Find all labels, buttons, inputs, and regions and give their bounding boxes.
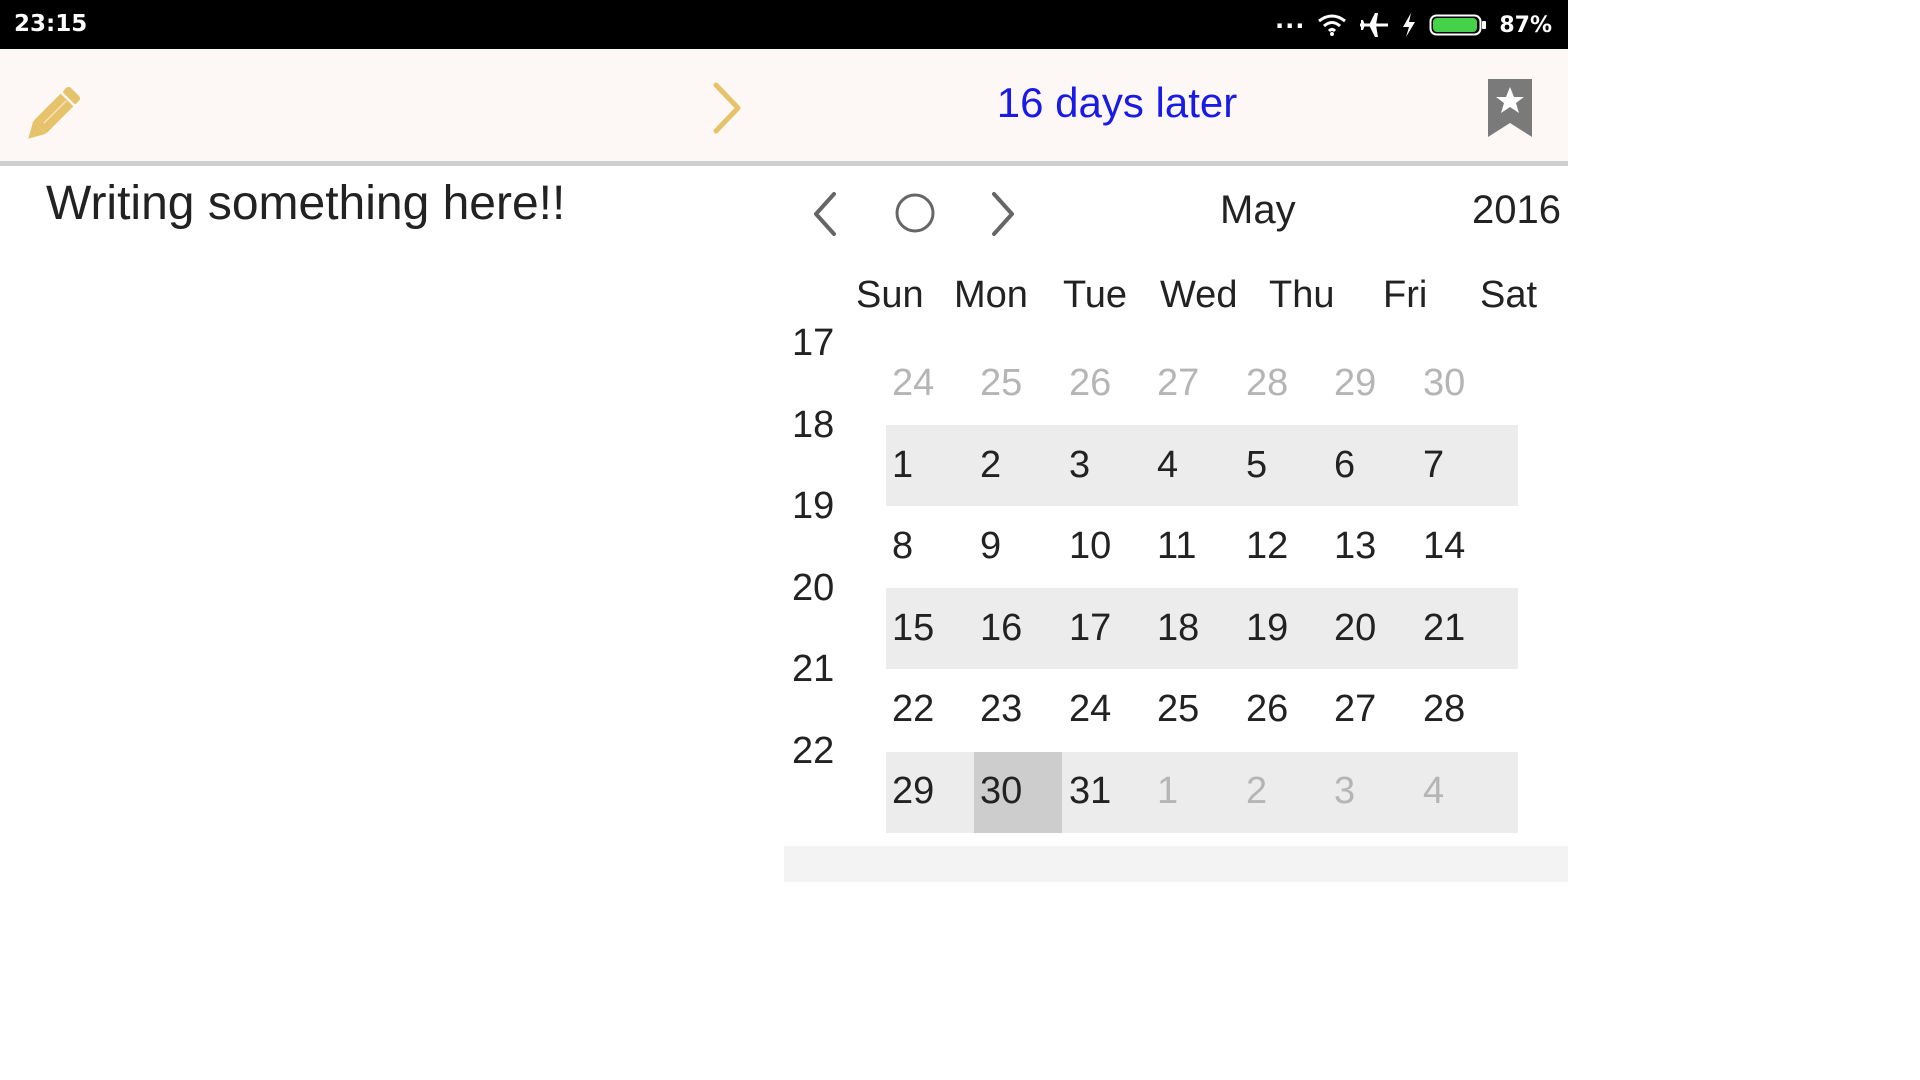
calendar-day[interactable]: 24 <box>1069 688 1111 731</box>
calendar-day[interactable]: 23 <box>980 688 1022 731</box>
charging-bolt-icon <box>1401 12 1417 38</box>
calendar-day[interactable]: 14 <box>1423 525 1465 568</box>
calendar-day[interactable]: 4 <box>1423 770 1444 813</box>
week-number: 19 <box>792 485 835 527</box>
more-dots: ... <box>1274 6 1306 34</box>
calendar-day[interactable]: 29 <box>892 770 934 813</box>
week-number: 20 <box>792 567 835 609</box>
weekday-header: Wed <box>1160 274 1238 316</box>
chevron-right-icon[interactable] <box>988 190 1018 238</box>
calendar-day[interactable]: 30 <box>1423 362 1465 405</box>
calendar-day[interactable]: 17 <box>1069 607 1111 650</box>
calendar-day[interactable]: 26 <box>1069 362 1111 405</box>
calendar-day[interactable]: 9 <box>980 525 1001 568</box>
calendar-day[interactable]: 2 <box>980 444 1001 487</box>
calendar-day[interactable]: 27 <box>1334 688 1376 731</box>
calendar-day[interactable]: 11 <box>1157 525 1196 568</box>
calendar-day[interactable]: 19 <box>1246 607 1288 650</box>
pencil-icon[interactable] <box>24 75 92 143</box>
note-area[interactable]: Writing something here!! <box>0 166 784 882</box>
weekday-header: Sun <box>856 274 924 316</box>
days-later-label: 16 days later <box>996 79 1238 126</box>
calendar-month: May <box>1220 188 1296 232</box>
weekday-header: Sat <box>1480 274 1538 316</box>
week-number: 18 <box>792 404 835 446</box>
calendar-year: 2016 <box>1472 188 1561 232</box>
weekday-header: Tue <box>1063 274 1128 316</box>
calendar-footer <box>784 846 1568 882</box>
weekday-header: Mon <box>954 274 1028 316</box>
weekday-header: Fri <box>1383 274 1428 316</box>
calendar-day[interactable]: 1 <box>1157 770 1178 813</box>
calendar-day[interactable]: 28 <box>1246 362 1288 405</box>
calendar-day[interactable]: 31 <box>1069 770 1111 813</box>
status-time: 23:15 <box>14 11 88 37</box>
week-number: 22 <box>792 730 835 772</box>
week-number: 17 <box>792 322 835 364</box>
calendar-day[interactable]: 13 <box>1334 525 1376 568</box>
calendar-day[interactable]: 18 <box>1157 607 1199 650</box>
status-icons: ... 87% <box>1274 6 1552 41</box>
calendar-day[interactable]: 16 <box>980 607 1022 650</box>
airplane-icon <box>1359 11 1389 39</box>
calendar-day[interactable]: 24 <box>892 362 934 405</box>
calendar-day[interactable]: 22 <box>892 688 934 731</box>
toolbar: 16 days later <box>0 49 1568 161</box>
calendar-day[interactable]: 12 <box>1246 525 1288 568</box>
battery-percent: 87% <box>1499 12 1552 38</box>
chevron-left-icon[interactable] <box>810 190 840 238</box>
calendar-day[interactable]: 4 <box>1157 444 1178 487</box>
note-text[interactable]: Writing something here!! <box>46 176 565 231</box>
calendar-day[interactable]: 29 <box>1334 362 1376 405</box>
calendar-day[interactable]: 27 <box>1157 362 1199 405</box>
calendar-panel: May 2016 Sun Mon Tue Wed Thu Fri Sat 17 … <box>784 166 1568 882</box>
calendar-day[interactable]: 8 <box>892 525 913 568</box>
calendar-day[interactable]: 28 <box>1423 688 1465 731</box>
calendar-day[interactable]: 25 <box>980 362 1022 405</box>
calendar-day[interactable]: 3 <box>1334 770 1355 813</box>
week-number: 21 <box>792 648 835 690</box>
calendar-day[interactable]: 10 <box>1069 525 1111 568</box>
status-bar: 23:15 ... 87% <box>0 0 1568 49</box>
calendar-day[interactable]: 20 <box>1334 607 1376 650</box>
calendar-day[interactable]: 5 <box>1246 444 1267 487</box>
bookmark-star-icon[interactable] <box>1486 77 1534 139</box>
weekday-header: Thu <box>1269 274 1335 316</box>
calendar-day[interactable]: 3 <box>1069 444 1090 487</box>
calendar-day[interactable]: 21 <box>1423 607 1465 650</box>
calendar-day[interactable]: 1 <box>892 444 913 487</box>
chevron-right-icon[interactable] <box>706 81 746 135</box>
wifi-icon <box>1317 13 1347 37</box>
calendar-day[interactable]: 6 <box>1334 444 1355 487</box>
circle-today-icon[interactable] <box>894 192 936 234</box>
calendar-day[interactable]: 26 <box>1246 688 1288 731</box>
calendar-day[interactable]: 2 <box>1246 770 1267 813</box>
calendar-day[interactable]: 15 <box>892 607 934 650</box>
calendar-day[interactable]: 25 <box>1157 688 1199 731</box>
calendar-day-selected[interactable]: 30 <box>980 770 1022 813</box>
calendar-day[interactable]: 7 <box>1423 444 1444 487</box>
battery-icon <box>1429 13 1487 37</box>
